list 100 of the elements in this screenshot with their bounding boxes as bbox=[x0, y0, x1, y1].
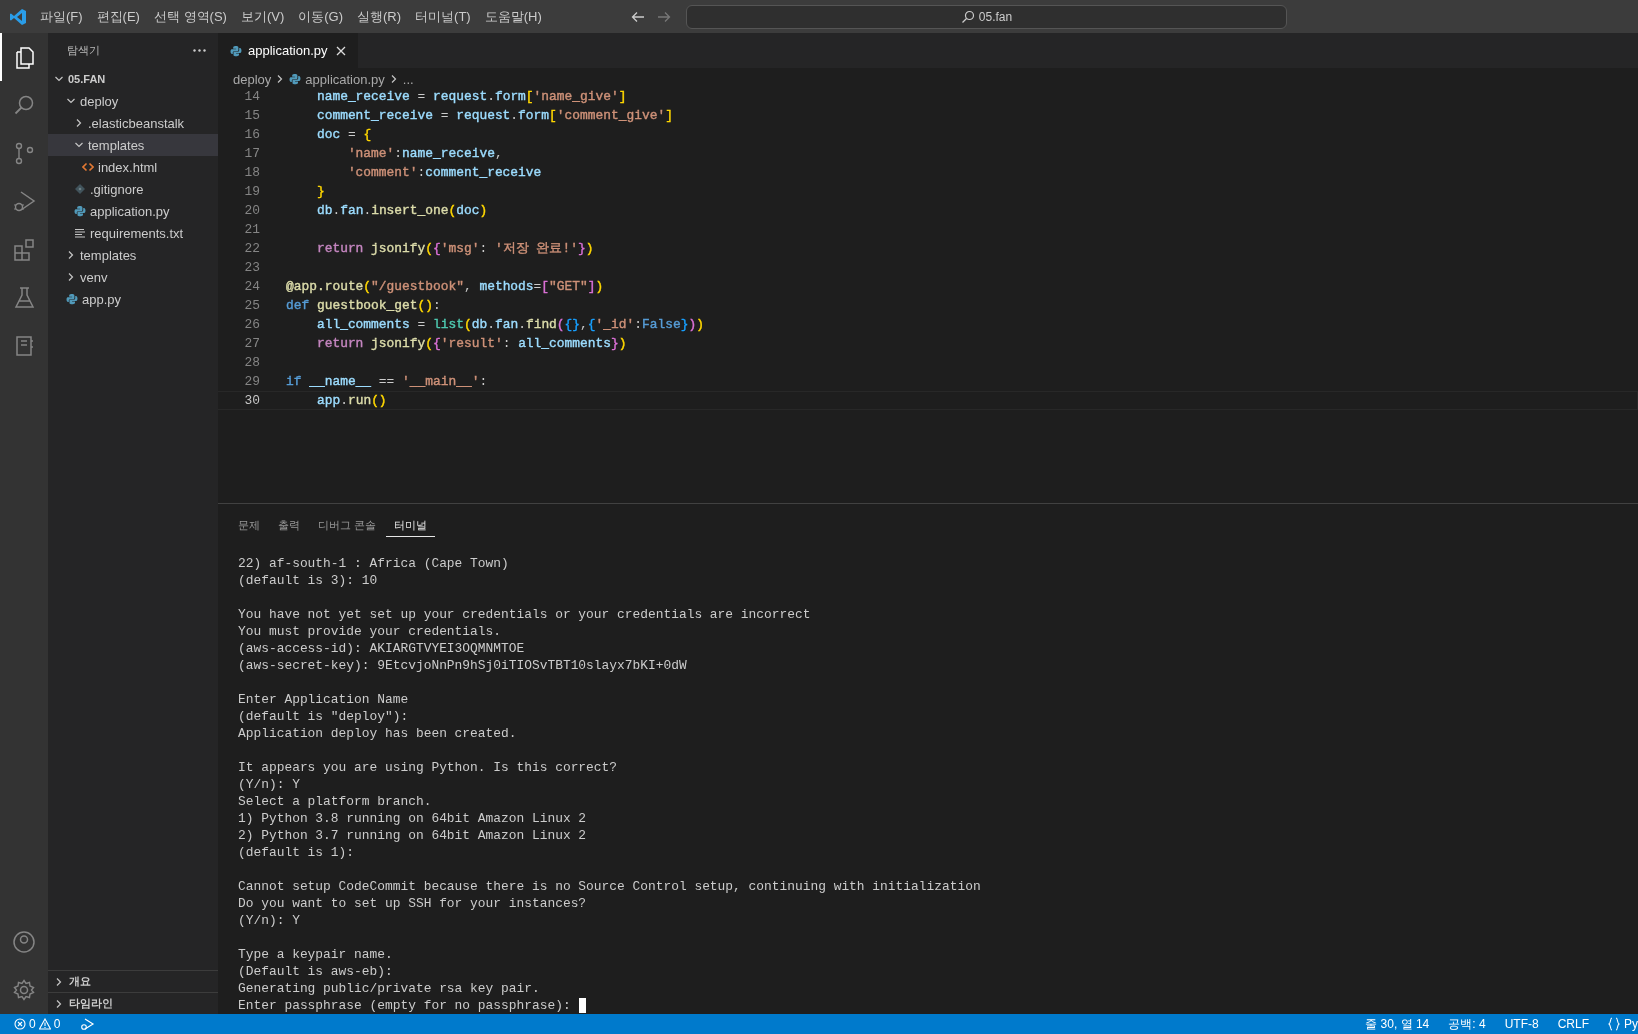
terminal-line: (aws-access-id): AKIARGTVYEI3OQMNMTOE bbox=[238, 640, 525, 657]
search-icon[interactable] bbox=[12, 93, 36, 117]
tree-item[interactable]: venv bbox=[48, 266, 218, 288]
panel-tab[interactable]: 출력 bbox=[270, 514, 308, 537]
line-number: 19 bbox=[243, 183, 260, 201]
terminal-line: Enter passphrase (empty for no passphrase): bbox=[238, 997, 571, 1014]
code-line: } bbox=[315, 183, 326, 201]
run-debug-icon[interactable] bbox=[12, 189, 36, 213]
tree-item[interactable]: app.py bbox=[48, 288, 218, 310]
terminal-line: You have not yet set up your credentials or your credentials are incorrect bbox=[238, 606, 811, 623]
tree-item[interactable]: requirements.txt bbox=[48, 222, 218, 244]
line-number: 26 bbox=[243, 316, 260, 334]
python-icon bbox=[66, 293, 78, 305]
terminal-line: Application deploy has been created. bbox=[238, 725, 517, 742]
panel-title: 탐색기 bbox=[67, 43, 100, 58]
tree-item[interactable]: application.py bbox=[48, 200, 218, 222]
breadcrumb[interactable]: application.py bbox=[289, 71, 385, 87]
code-line: @app.route("/guestbook", methods=["GET"]) bbox=[285, 278, 605, 296]
code-line: if __name__ == '__main__': bbox=[285, 373, 489, 391]
terminal-line: Do you want to set up SSH for your instances? bbox=[238, 895, 587, 912]
line-number: 16 bbox=[243, 126, 260, 144]
code-line: app.run() bbox=[315, 392, 388, 409]
line-number: 28 bbox=[243, 354, 260, 372]
status-item[interactable]: UTF-8 bbox=[1504, 1017, 1539, 1031]
tree-item[interactable]: templates bbox=[48, 134, 218, 156]
line-number: 17 bbox=[243, 145, 260, 163]
search-icon bbox=[960, 9, 975, 24]
tree-item[interactable]: .elasticbeanstalk bbox=[48, 112, 218, 134]
line-number: 18 bbox=[243, 164, 260, 182]
settings-icon[interactable] bbox=[12, 978, 36, 1002]
terminal-line: (aws-secret-key): 9EtcvjoNnPn9hSj0iTIOSvTBT10slayx7bKI+0dW bbox=[238, 657, 687, 674]
code-line: name_receive = request.form['name_give'] bbox=[315, 88, 628, 106]
line-number: 29 bbox=[243, 373, 260, 391]
code-line: def guestbook_get(): bbox=[285, 297, 442, 315]
menu-item[interactable]: 실행(R) bbox=[350, 4, 409, 29]
code-line: 'name':name_receive, bbox=[346, 145, 504, 163]
problems-indicator[interactable]: 0 0 bbox=[14, 1017, 61, 1031]
terminal-line: (Y/n): Y bbox=[238, 776, 300, 793]
code-line: db.fan.insert_one(doc) bbox=[315, 202, 489, 220]
terminal-line: Enter Application Name bbox=[238, 691, 409, 708]
menu-item[interactable]: 도움말(H) bbox=[477, 4, 549, 29]
line-number: 22 bbox=[243, 240, 260, 258]
line-number: 14 bbox=[243, 88, 260, 106]
terminal-line: (default is 3): 10 bbox=[238, 572, 378, 589]
line-number: 24 bbox=[243, 278, 260, 296]
status-item[interactable]: 공백: 4 bbox=[1448, 1015, 1486, 1033]
menu-item[interactable]: 보기(V) bbox=[233, 4, 292, 29]
status-item[interactable]: CRLF bbox=[1557, 1017, 1589, 1031]
tree-item[interactable]: .gitignore bbox=[48, 178, 218, 200]
command-center[interactable]: 05.fan bbox=[686, 4, 1287, 29]
braces-icon bbox=[1608, 1017, 1620, 1031]
line-number: 23 bbox=[243, 259, 260, 277]
menu-item[interactable]: 파일(F) bbox=[33, 4, 90, 29]
menu-item[interactable]: 터미널(T) bbox=[408, 4, 478, 29]
line-number: 25 bbox=[243, 297, 260, 315]
debug-run-icon bbox=[79, 1016, 96, 1032]
folder-name[interactable]: 05.FAN bbox=[68, 73, 106, 85]
flask-icon[interactable] bbox=[12, 285, 36, 309]
line-number: 21 bbox=[243, 221, 260, 239]
language-mode[interactable]: Py bbox=[1608, 1017, 1638, 1031]
line-number: 20 bbox=[243, 202, 260, 220]
account-icon[interactable] bbox=[12, 930, 36, 954]
menu-item[interactable]: 선택 영역(S) bbox=[146, 4, 234, 29]
editor-tab[interactable]: application.py bbox=[218, 33, 358, 68]
code-line: return jsonify({'msg': '저장 완료!'}) bbox=[315, 240, 595, 258]
line-number: 30 bbox=[243, 392, 260, 409]
diamond-icon bbox=[74, 183, 86, 195]
python-icon bbox=[74, 205, 86, 217]
tree-item[interactable]: deploy bbox=[48, 90, 218, 112]
terminal-line: Select a platform branch. bbox=[238, 793, 432, 810]
code-line: all_comments = list(db.fan.find({},{'_id':False})) bbox=[315, 316, 705, 334]
breadcrumb[interactable]: deploy bbox=[233, 71, 272, 87]
terminal-line: 22) af-south-1 : Africa (Cape Town) bbox=[238, 555, 509, 572]
tree-item[interactable]: templates bbox=[48, 244, 218, 266]
panel-tab[interactable]: 터미널 bbox=[386, 514, 436, 537]
extensions-icon[interactable] bbox=[12, 237, 36, 261]
menu-item[interactable]: 편집(E) bbox=[89, 4, 147, 29]
code-line: comment_receive = request.form['comment_give'] bbox=[315, 107, 674, 125]
more-icon bbox=[193, 49, 206, 52]
terminal-line: It appears you are using Python. Is this correct? bbox=[238, 759, 618, 776]
logo-icon bbox=[9, 7, 27, 26]
tree-item[interactable]: index.html bbox=[48, 156, 218, 178]
python-icon bbox=[289, 73, 302, 85]
code-icon bbox=[82, 161, 94, 173]
error-icon bbox=[14, 1018, 26, 1030]
menu-item[interactable]: 이동(G) bbox=[291, 4, 351, 29]
python-icon bbox=[230, 44, 242, 57]
terminal-line: 1) Python 3.8 running on 64bit Amazon Linux 2 bbox=[238, 810, 587, 827]
breadcrumb[interactable]: ... bbox=[402, 71, 414, 87]
panel-tab[interactable]: 문제 bbox=[230, 514, 268, 537]
terminal-line: (Y/n): Y bbox=[238, 912, 300, 929]
terminal-line: (default is "deploy"): bbox=[238, 708, 409, 725]
terminal-line: You must provide your credentials. bbox=[238, 623, 501, 640]
terminal-line: Type a keypair name. bbox=[238, 946, 393, 963]
code-line: 'comment':comment_receive bbox=[346, 164, 543, 182]
terminal-line: (Default is aws-eb): bbox=[238, 963, 393, 980]
panel-tab[interactable]: 디버그 콘솔 bbox=[310, 514, 385, 537]
status-item[interactable]: 줄 30, 열 14 bbox=[1365, 1015, 1430, 1033]
code-line: doc = { bbox=[315, 126, 373, 144]
terminal-line: Cannot setup CodeCommit because there is no Source Control setup, continuing with initialization bbox=[238, 878, 981, 895]
